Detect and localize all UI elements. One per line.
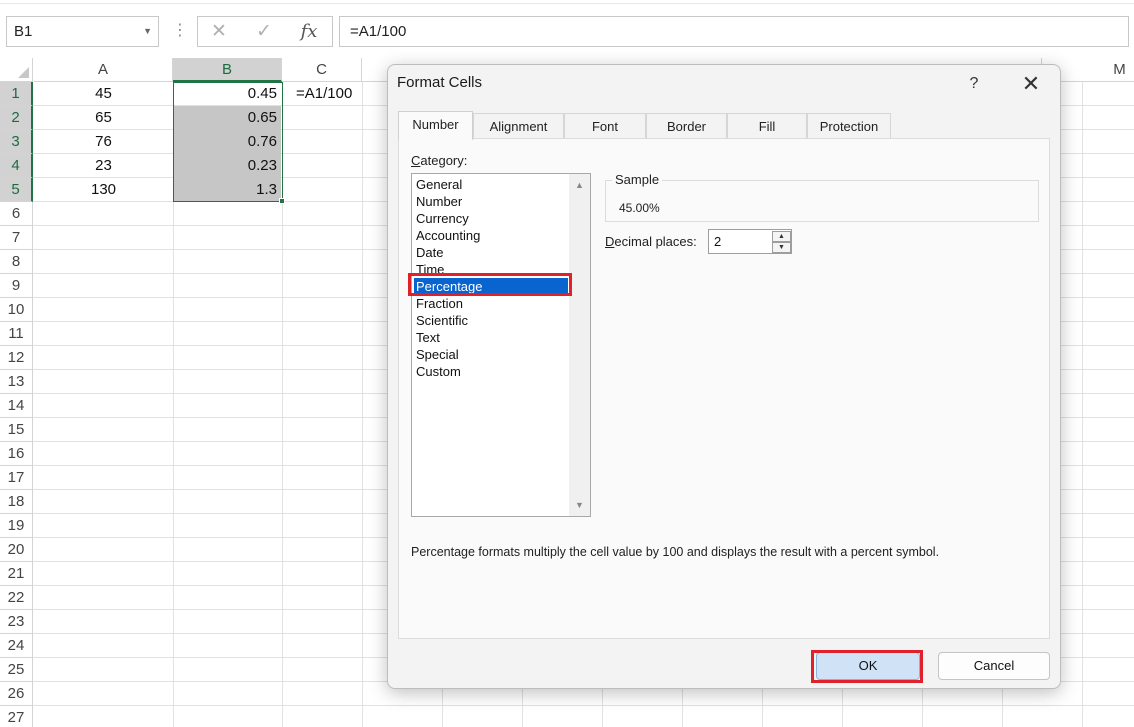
scroll-up-icon[interactable]: ▲ (569, 176, 590, 194)
cell-a5[interactable]: 130 (34, 178, 173, 202)
row-header[interactable]: 10 (0, 298, 33, 322)
spin-down-icon[interactable]: ▼ (772, 242, 791, 253)
formula-input[interactable]: =A1/100 (339, 16, 1129, 47)
name-box-value: B1 (14, 23, 33, 40)
number-tab-panel: Category: General Number Currency Accoun… (398, 138, 1050, 639)
category-custom[interactable]: Custom (416, 363, 461, 380)
fill-handle[interactable] (279, 198, 285, 204)
row-header[interactable]: 13 (0, 370, 33, 394)
tab-protection[interactable]: Protection (807, 113, 891, 139)
column-gridline (1082, 82, 1083, 727)
row-header[interactable]: 27 (0, 706, 33, 727)
row-header[interactable]: 26 (0, 682, 33, 706)
row-header[interactable]: 2 (0, 106, 33, 130)
scroll-down-icon[interactable]: ▼ (569, 496, 590, 514)
row-header[interactable]: 14 (0, 394, 33, 418)
category-fraction[interactable]: Fraction (416, 295, 463, 312)
category-number[interactable]: Number (416, 193, 462, 210)
more-options-icon[interactable]: ⋮ (172, 20, 188, 42)
select-all-button[interactable] (0, 58, 33, 82)
select-all-icon (18, 67, 29, 78)
cell-a1[interactable]: 45 (34, 82, 173, 106)
row-header[interactable]: 24 (0, 634, 33, 658)
cell-a4[interactable]: 23 (34, 154, 173, 178)
check-icon[interactable]: ✓ (247, 17, 281, 46)
decimal-places-label: Decimal places: (605, 234, 697, 249)
category-currency[interactable]: Currency (416, 210, 469, 227)
close-icon[interactable]: ✕ (202, 17, 236, 46)
column-header-m[interactable]: M (1060, 58, 1134, 82)
sample-value: 45.00% (619, 201, 660, 215)
column-gridline (362, 82, 363, 727)
category-label: Category: (411, 153, 468, 168)
spin-up-icon[interactable]: ▲ (772, 231, 791, 242)
row-header[interactable]: 6 (0, 202, 33, 226)
row-header[interactable]: 8 (0, 250, 33, 274)
category-list[interactable]: General Number Currency Accounting Date … (411, 173, 591, 517)
column-header-c[interactable]: C (282, 58, 362, 82)
insert-function-icon[interactable]: fx (292, 17, 326, 46)
row-header[interactable]: 18 (0, 490, 33, 514)
row-header[interactable]: 16 (0, 442, 33, 466)
row-gridline (33, 705, 1134, 706)
row-header[interactable]: 11 (0, 322, 33, 346)
row-header[interactable]: 5 (0, 178, 33, 202)
row-header[interactable]: 3 (0, 130, 33, 154)
cell-b5[interactable]: 1.3 (174, 178, 281, 202)
tab-fill[interactable]: Fill (727, 113, 807, 139)
column-gridline (282, 82, 283, 727)
category-text[interactable]: Text (416, 329, 440, 346)
format-cells-dialog: Format Cells ? ✕ Number Alignment Font B… (387, 64, 1061, 689)
row-header[interactable]: 12 (0, 346, 33, 370)
dialog-title: Format Cells (397, 74, 483, 91)
decimal-places-value[interactable]: 2 (714, 230, 721, 253)
row-header[interactable]: 20 (0, 538, 33, 562)
category-general[interactable]: General (416, 176, 462, 193)
cell-b3[interactable]: 0.76 (174, 130, 281, 154)
row-header[interactable]: 21 (0, 562, 33, 586)
sample-title: Sample (612, 172, 663, 187)
row-header[interactable]: 25 (0, 658, 33, 682)
category-scrollbar[interactable]: ▲ ▼ (569, 174, 590, 516)
row-header[interactable]: 22 (0, 586, 33, 610)
row-header[interactable]: 17 (0, 466, 33, 490)
row-header[interactable]: 4 (0, 154, 33, 178)
category-percentage[interactable]: Percentage (414, 278, 568, 295)
cancel-button[interactable]: Cancel (938, 652, 1050, 680)
cell-a2[interactable]: 65 (34, 106, 173, 130)
close-icon[interactable]: ✕ (1016, 69, 1046, 99)
name-box[interactable]: B1 ▼ (6, 16, 159, 47)
cell-c1[interactable]: =A1/100 (292, 82, 362, 106)
format-description: Percentage formats multiply the cell val… (411, 545, 940, 559)
ok-button[interactable]: OK (816, 652, 920, 680)
category-accounting[interactable]: Accounting (416, 227, 480, 244)
row-header[interactable]: 7 (0, 226, 33, 250)
chevron-down-icon[interactable]: ▼ (143, 17, 152, 46)
tab-font[interactable]: Font (564, 113, 646, 139)
column-header-a[interactable]: A (34, 58, 173, 82)
column-header-b[interactable]: B (173, 58, 282, 82)
cell-b4[interactable]: 0.23 (174, 154, 281, 178)
tab-alignment[interactable]: Alignment (473, 113, 564, 139)
tab-number[interactable]: Number (398, 111, 473, 140)
cell-b1[interactable]: 0.45 (174, 82, 281, 106)
formula-actions: ✕ ✓ fx (197, 16, 333, 47)
formula-bar: B1 ▼ ⋮ ✕ ✓ fx =A1/100 (0, 4, 1134, 58)
cell-a3[interactable]: 76 (34, 130, 173, 154)
row-header[interactable]: 19 (0, 514, 33, 538)
row-header[interactable]: 23 (0, 610, 33, 634)
category-date[interactable]: Date (416, 244, 443, 261)
row-header[interactable]: 15 (0, 418, 33, 442)
sample-group: Sample 45.00% (605, 172, 1039, 222)
row-header[interactable]: 1 (0, 82, 33, 106)
tab-border[interactable]: Border (646, 113, 727, 139)
help-icon[interactable]: ? (959, 69, 989, 99)
row-header[interactable]: 9 (0, 274, 33, 298)
category-time[interactable]: Time (416, 261, 444, 278)
dialog-tabs: Number Alignment Font Border Fill Protec… (398, 111, 1052, 140)
decimal-places-stepper[interactable]: 2 ▲ ▼ (708, 229, 792, 254)
cell-b2[interactable]: 0.65 (174, 106, 281, 130)
category-special[interactable]: Special (416, 346, 459, 363)
category-scientific[interactable]: Scientific (416, 312, 468, 329)
